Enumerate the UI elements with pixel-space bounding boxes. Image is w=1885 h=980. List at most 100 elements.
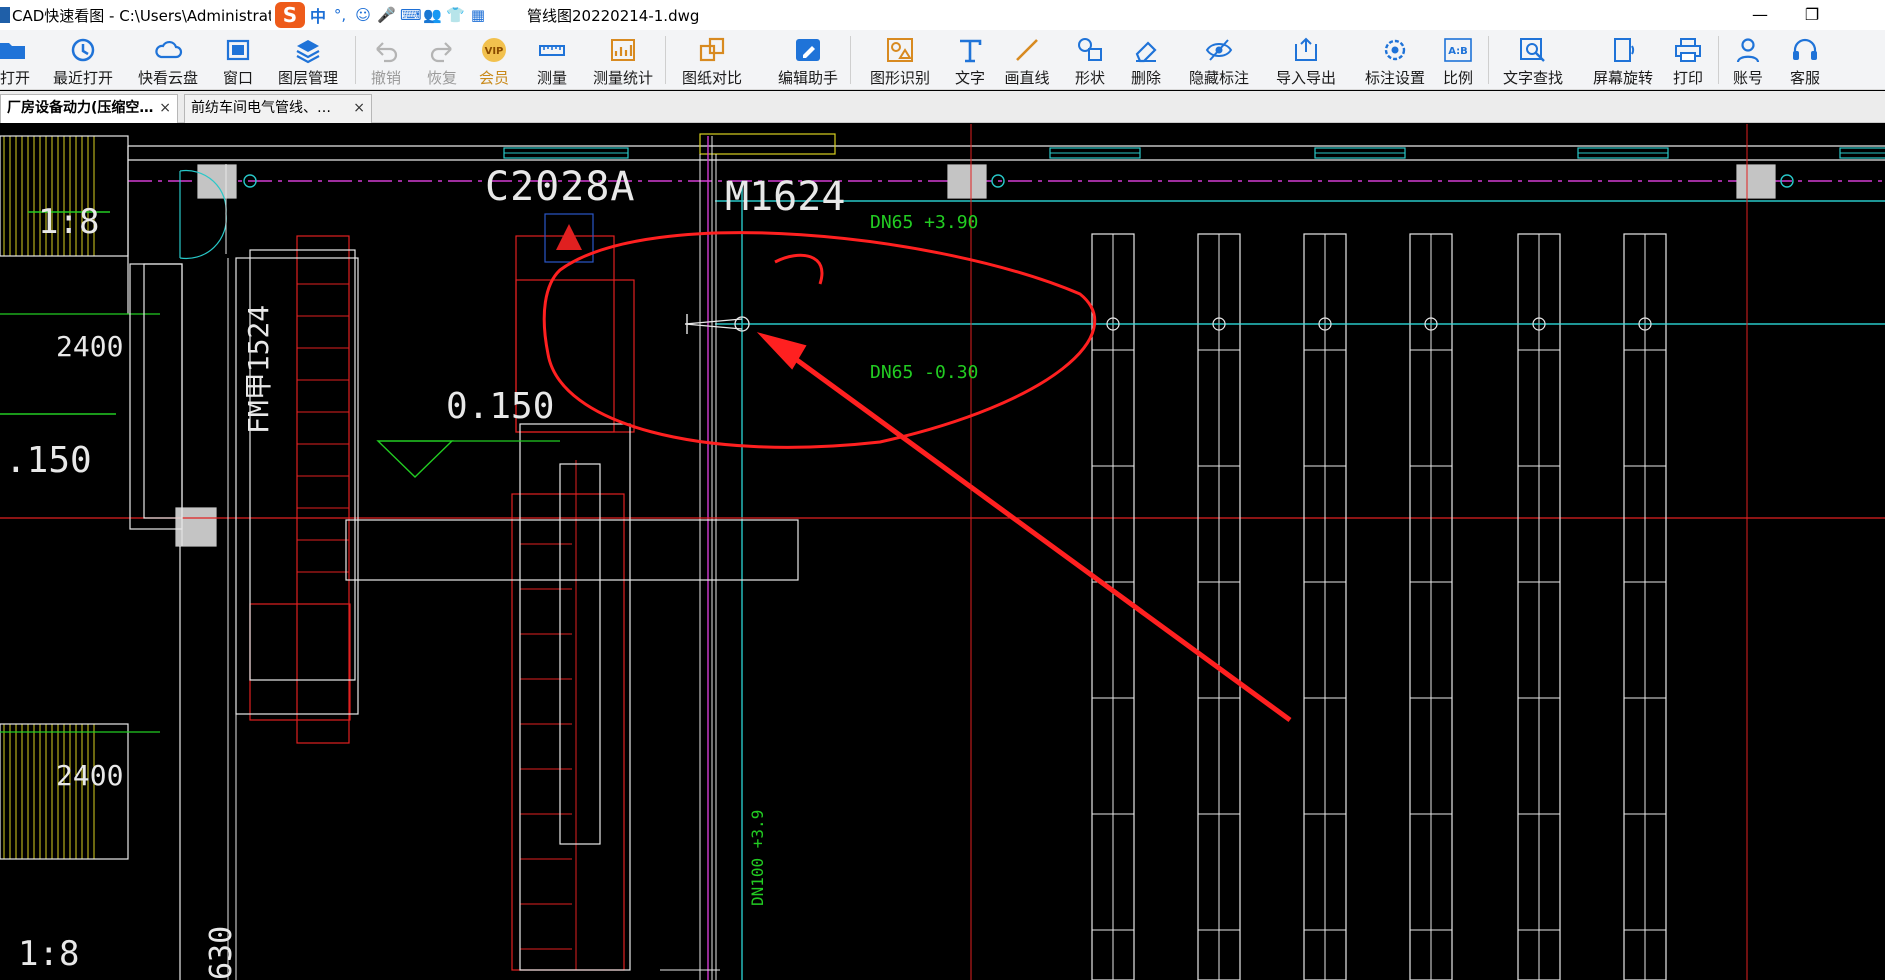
toolbar-button-annotation-settings[interactable]: 标注设置	[1356, 30, 1434, 90]
toolbar-button-printer[interactable]: 打印	[1670, 30, 1706, 90]
ime-keyboard-icon[interactable]: ⌨	[400, 6, 422, 24]
tab-spinning-workshop[interactable]: 前纺车间电气管线、… ×	[184, 94, 372, 123]
toolbar-separator	[1718, 36, 1719, 84]
toolbar-button-rotate-screen[interactable]: 屏幕旋转	[1584, 30, 1662, 90]
toolbar-button-vip[interactable]: VIP 会员	[470, 30, 518, 90]
label-dim-630: 630	[204, 925, 239, 980]
window-icon	[223, 36, 253, 64]
toolbar-button-label: 画直线	[1004, 69, 1050, 87]
main-toolbar: 打开 最近打开 快看云盘 窗口 图层管理 撤销 恢复 VIP 会员 测量 测量统计 图纸对比 编辑助手 图…	[0, 30, 1885, 90]
label-level-0150: 0.150	[446, 386, 555, 427]
toolbar-button-label: 文字查找	[1502, 69, 1563, 87]
minimize-button[interactable]: —	[1737, 0, 1783, 30]
toolbar-button-headset[interactable]: 客服	[1784, 30, 1826, 90]
ime-emoji-icon[interactable]: ☺	[354, 6, 372, 24]
label-dim-2400-top: 2400	[56, 330, 124, 363]
toolbar-button-measure-stats[interactable]: 测量统计	[586, 30, 660, 90]
toolbar-button-ruler[interactable]: 测量	[530, 30, 574, 90]
toolbar-button-hide-eye[interactable]: 隐藏标注	[1180, 30, 1258, 90]
toolbar-button-label: 客服	[1789, 69, 1820, 87]
line-icon	[1012, 36, 1042, 64]
toolbar-button-label: 文字	[954, 69, 985, 87]
document-tabs: 厂房设备动力(压缩空… × 前纺车间电气管线、… ×	[0, 91, 1885, 123]
toolbar-button-label: 标注设置	[1364, 69, 1425, 87]
toolbar-button-cloud[interactable]: 快看云盘	[132, 30, 204, 90]
label-fm1524: FM甲1524	[242, 304, 275, 434]
column-block	[947, 164, 987, 199]
tab-close-icon[interactable]: ×	[159, 95, 171, 121]
toolbar-button-label: 隐藏标注	[1188, 69, 1249, 87]
toolbar-button-label: 窗口	[222, 69, 253, 87]
label-dn65-mid: DN65 -0.30	[870, 362, 979, 383]
svg-text:VIP: VIP	[485, 46, 504, 57]
toolbar-button-undo[interactable]: 撤销	[364, 30, 408, 90]
toolbar-button-open-folder[interactable]: 打开	[0, 30, 31, 90]
toolbar-button-label: 打开	[0, 69, 31, 87]
toolbar-button-compare[interactable]: 图纸对比	[676, 30, 748, 90]
text-search-icon	[1518, 36, 1548, 64]
sogou-ime-icon[interactable]: S	[275, 2, 305, 28]
annotation-ellipse-tail	[774, 253, 824, 285]
toolbar-button-import-export[interactable]: 导入导出	[1266, 30, 1346, 90]
toolbar-button-window[interactable]: 窗口	[216, 30, 260, 90]
hide-eye-icon	[1204, 36, 1234, 64]
toolbar-button-label: 快看云盘	[137, 69, 198, 87]
label-slope-bottom: 1:8	[18, 934, 80, 974]
ime-toolbar[interactable]: S 中 °, ☺ 🎤 ⌨ 👥 👕 ▦	[271, 2, 492, 28]
text-icon	[955, 36, 985, 64]
ime-user-icon[interactable]: 👥	[423, 6, 442, 24]
tab-close-icon[interactable]: ×	[353, 95, 365, 121]
shape-recognition-icon	[885, 36, 915, 64]
redo-icon	[427, 36, 457, 64]
toolbar-button-text-search[interactable]: 文字查找	[1496, 30, 1570, 90]
toolbar-button-edit-assistant[interactable]: 编辑助手	[770, 30, 846, 90]
tab-compressed-air[interactable]: 厂房设备动力(压缩空… ×	[0, 94, 178, 123]
svg-text:A:B: A:B	[1448, 46, 1468, 57]
window-title-filename: 管线图20220214-1.dwg	[527, 7, 700, 25]
ime-toolbox-icon[interactable]: ▦	[469, 6, 487, 24]
shapes-icon	[1075, 36, 1105, 64]
label-dn100: DN100 +3.9	[748, 809, 767, 906]
toolbar-button-layers[interactable]: 图层管理	[272, 30, 344, 90]
eraser-icon	[1131, 36, 1161, 64]
pipe-end-line	[684, 323, 743, 330]
toolbar-button-line[interactable]: 画直线	[998, 30, 1056, 90]
ime-punctuation-icon[interactable]: °,	[331, 6, 349, 24]
restore-button[interactable]: ❐	[1789, 0, 1835, 30]
toolbar-button-recent-clock[interactable]: 最近打开	[48, 30, 118, 90]
account-icon	[1733, 36, 1763, 64]
toolbar-button-text[interactable]: 文字	[950, 30, 990, 90]
toolbar-button-eraser[interactable]: 删除	[1122, 30, 1170, 90]
headset-icon	[1790, 36, 1820, 64]
cad-drawing[interactable]	[0, 124, 1885, 980]
cad-drawing-canvas[interactable]: C2028A M1624 FM甲1524 DN65 +3.90 DN65 -0.…	[0, 124, 1885, 980]
toolbar-button-label: 测量	[536, 69, 567, 87]
toolbar-button-scale[interactable]: A:B 比例	[1438, 30, 1478, 90]
toolbar-button-account[interactable]: 账号	[1728, 30, 1768, 90]
ime-voice-icon[interactable]: 🎤	[377, 6, 396, 24]
app-icon	[0, 7, 10, 23]
ime-language-toggle[interactable]: 中	[310, 3, 326, 27]
left-wall	[143, 263, 183, 519]
toolbar-button-label: 撤销	[370, 69, 401, 87]
label-c2028a: C2028A	[485, 164, 636, 210]
label-slope-top: 1:8	[38, 202, 100, 242]
recent-clock-icon	[68, 36, 98, 64]
toolbar-button-label: 图纸对比	[681, 69, 742, 87]
equipment-red	[511, 493, 625, 971]
title-bar: CAD快速看图 - C:\Users\Administrato S 中 °, ☺…	[0, 0, 1885, 30]
ime-skin-icon[interactable]: 👕	[446, 6, 465, 24]
scale-icon: A:B	[1443, 36, 1473, 64]
label-m1624: M1624	[725, 174, 846, 220]
toolbar-button-shape-recognition[interactable]: 图形识别	[864, 30, 936, 90]
left-wall	[129, 263, 183, 530]
open-folder-icon	[0, 36, 28, 64]
label-dim-2400-bottom: 2400	[56, 759, 124, 792]
toolbar-button-label: 测量统计	[592, 69, 653, 87]
toolbar-button-redo[interactable]: 恢复	[420, 30, 464, 90]
toolbar-separator	[355, 36, 356, 84]
toolbar-button-shapes[interactable]: 形状	[1068, 30, 1112, 90]
equipment-red	[249, 603, 351, 721]
toolbar-button-label: 打印	[1672, 69, 1703, 87]
toolbar-button-label: 比例	[1442, 69, 1473, 87]
